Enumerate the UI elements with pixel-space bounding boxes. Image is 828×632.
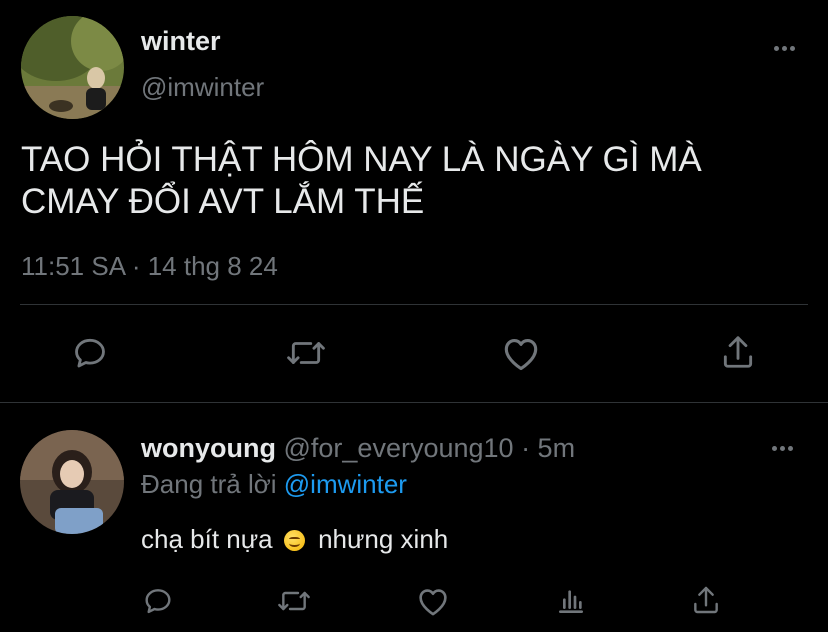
reply-author-handle[interactable]: @for_everyoung10: [284, 433, 514, 463]
reply-more-icon[interactable]: [772, 446, 793, 451]
share-icon[interactable]: [719, 332, 757, 372]
divider-bottom: [0, 402, 828, 403]
wonyoung-avatar[interactable]: [20, 430, 124, 534]
divider-top: [20, 304, 808, 305]
replying-to-label: Đang trả lời: [141, 469, 284, 499]
smiling-face-emoji-icon: [283, 530, 305, 551]
reply-icon[interactable]: [71, 334, 109, 372]
reply-time[interactable]: · 5m: [514, 433, 575, 463]
retweet-icon[interactable]: [285, 334, 327, 372]
reply-author-name[interactable]: wonyoung: [141, 433, 276, 463]
reply-text: chạ bít nựa nhưng xinh: [141, 524, 448, 555]
replying-to-line: Đang trả lời @imwinter: [141, 469, 407, 500]
tweet-text-line-1: TAO HỎI THẬT HÔM NAY LÀ NGÀY GÌ MÀ: [21, 140, 702, 179]
tweet-timestamp[interactable]: 11:51 SA · 14 thg 8 24: [21, 251, 278, 282]
reply-reply-icon[interactable]: [142, 585, 174, 617]
tweet-text-line-2: CMAY ĐỔI AVT LẮM THẾ: [21, 182, 425, 221]
winter-avatar[interactable]: [21, 16, 124, 119]
reply-share-icon[interactable]: [690, 583, 722, 617]
reply-retweet-icon[interactable]: [276, 585, 312, 617]
reply-text-before: chạ bít nựa: [141, 524, 273, 554]
author-handle[interactable]: @imwinter: [141, 72, 264, 103]
more-icon[interactable]: [774, 46, 795, 51]
author-name[interactable]: winter: [141, 26, 221, 57]
replying-to-link[interactable]: @imwinter: [284, 469, 407, 499]
like-icon[interactable]: [500, 334, 542, 372]
reply-text-after: nhưng xinh: [318, 524, 449, 554]
views-icon[interactable]: [555, 585, 587, 617]
reply-like-icon[interactable]: [415, 585, 451, 617]
reply-header: wonyoung @for_everyoung10 · 5m: [141, 433, 575, 464]
